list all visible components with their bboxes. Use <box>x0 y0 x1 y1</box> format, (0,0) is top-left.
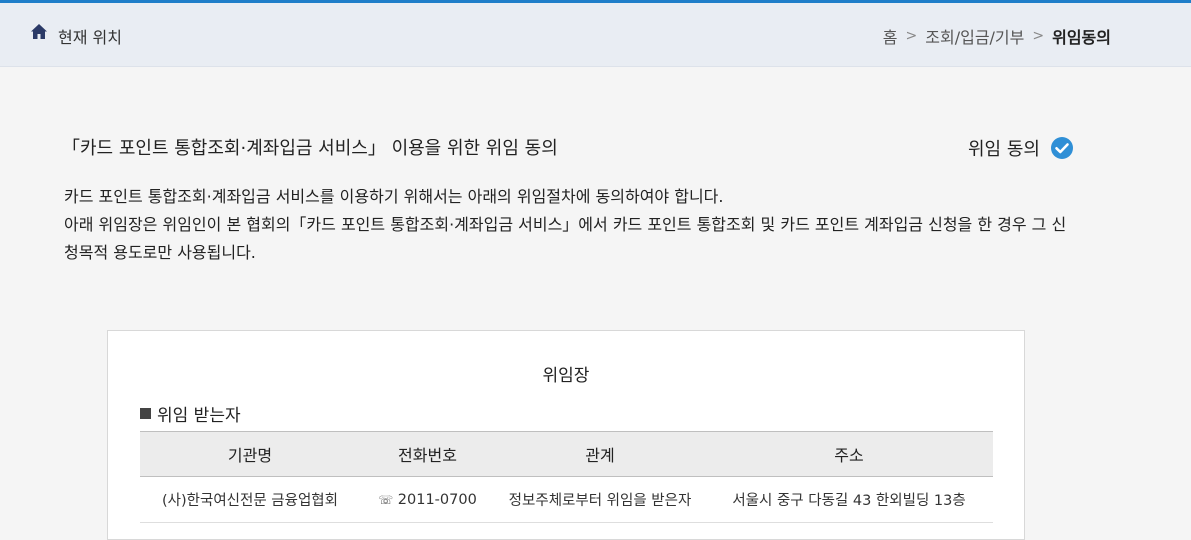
consent-title: 「카드 포인트 통합조회·계좌입금 서비스」 이용을 위한 위임 동의 <box>62 138 558 159</box>
breadcrumb-current: 위임동의 <box>1052 28 1111 47</box>
table-row: (사)한국여신전문 금융업협회 ☏ 2011-0700 정보주체로부터 위임을 … <box>140 476 993 523</box>
table-header-row: 기관명 전화번호 관계 주소 <box>140 431 993 477</box>
breadcrumb-separator-icon: > <box>1032 28 1045 44</box>
phone-number: 2011-0700 <box>397 491 477 508</box>
column-header: 전화번호 <box>360 431 495 477</box>
address-cell: 서울시 중구 다동길 43 한외빌딩 13층 <box>705 476 993 523</box>
delegate-table: 기관명 전화번호 관계 주소 (사)한국여신전문 금융업협회 ☏ 2011-07… <box>140 431 993 523</box>
breadcrumb-inquiry[interactable]: 조회/입금/기부 <box>925 24 1024 48</box>
consent-label: 위임 동의 <box>968 139 1040 160</box>
consent-checkbox[interactable]: 위임 동의 <box>968 135 1074 161</box>
location-label: 현재 위치 <box>58 28 122 47</box>
home-icon <box>31 24 47 39</box>
check-circle-icon[interactable] <box>1050 136 1074 160</box>
column-header: 주소 <box>705 431 993 477</box>
breadcrumb-home[interactable]: 홈 <box>883 24 898 48</box>
square-bullet-icon <box>140 408 151 419</box>
column-header: 기관명 <box>140 431 360 477</box>
section-heading: 위임 받는자 <box>140 401 241 426</box>
phone-cell: ☏ 2011-0700 <box>360 476 495 523</box>
column-header: 관계 <box>495 431 705 477</box>
breadcrumb-separator-icon: > <box>905 28 918 44</box>
breadcrumb: 홈 > 조회/입금/기부 > 위임동의 <box>883 24 1111 48</box>
location-bar: 현재 위치 홈 > 조회/입금/기부 > 위임동의 <box>0 3 1191 67</box>
power-of-attorney-document: 위임장 위임 받는자 기관명 전화번호 관계 주소 (사)한국여신전문 금융업협… <box>107 330 1025 540</box>
section-title: 위임 받는자 <box>157 406 241 426</box>
document-title: 위임장 <box>542 366 590 386</box>
description-line: 아래 위임장은 위임인이 본 협회의「카드 포인트 통합조회·계좌입금 서비스」… <box>64 215 1067 262</box>
description-line: 카드 포인트 통합조회·계좌입금 서비스를 이용하기 위해서는 아래의 위임절차… <box>64 187 724 206</box>
consent-description: 카드 포인트 통합조회·계좌입금 서비스를 이용하기 위해서는 아래의 위임절차… <box>64 183 1074 267</box>
phone-icon: ☏ <box>378 492 394 507</box>
relation-cell: 정보주체로부터 위임을 받은자 <box>495 476 705 523</box>
org-cell: (사)한국여신전문 금융업협회 <box>140 476 360 523</box>
